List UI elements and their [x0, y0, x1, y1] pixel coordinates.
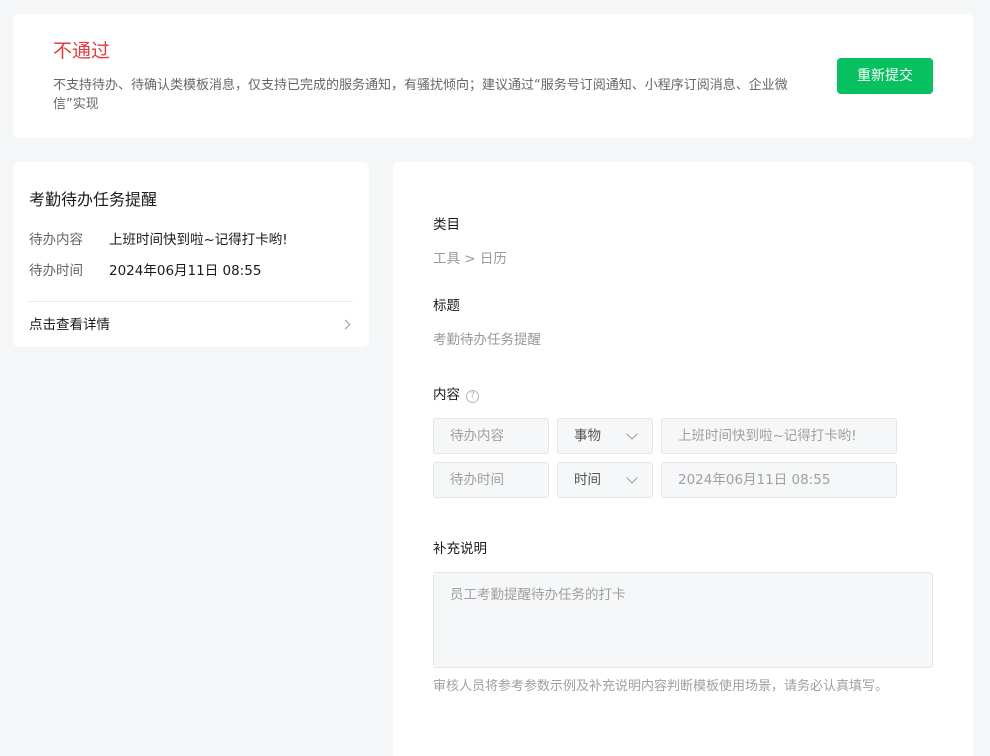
preview-divider [29, 301, 353, 302]
field-example-input[interactable]: 上班时间快到啦~记得打卡哟! [661, 418, 897, 454]
status-title: 不通过 [53, 40, 111, 62]
review-status-card: 不通过 不支持待办、待确认类模板消息，仅支持已完成的服务通知，有骚扰倾向；建议通… [13, 14, 973, 138]
field-name-input[interactable]: 待办时间 [433, 462, 549, 498]
preview-row-value: 上班时间快到啦~记得打卡哟! [109, 232, 288, 248]
supplement-textarea[interactable]: 员工考勤提醒待办任务的打卡 [433, 572, 933, 668]
view-details-label: 点击查看详情 [29, 317, 110, 333]
content-label-row: 内容? [433, 385, 479, 405]
view-details-link[interactable]: 点击查看详情 [29, 315, 353, 335]
status-reason: 不支持待办、待确认类模板消息，仅支持已完成的服务通知，有骚扰倾向；建议通过“服务… [53, 78, 788, 112]
preview-title: 考勤待办任务提醒 [29, 190, 158, 209]
question-circle-icon[interactable]: ? [466, 390, 479, 403]
template-detail-card: 类目 工具 > 日历 标题 考勤待办任务提醒 内容? 待办内容 事物 上班时间快… [393, 162, 973, 756]
field-name-input[interactable]: 待办内容 [433, 418, 549, 454]
preview-row-content: 待办内容 上班时间快到啦~记得打卡哟! [29, 230, 288, 250]
field-type-select[interactable]: 时间 [557, 462, 653, 498]
category-value: 工具 > 日历 [433, 251, 507, 267]
message-preview-card: 考勤待办任务提醒 待办内容 上班时间快到啦~记得打卡哟! 待办时间 2024年06月… [13, 162, 369, 347]
preview-row-value: 2024年06月11日 08:55 [109, 263, 262, 279]
preview-row-key: 待办时间 [29, 263, 83, 279]
title-label: 标题 [433, 298, 460, 314]
field-example-input[interactable]: 2024年06月11日 08:55 [661, 462, 897, 498]
field-type-select[interactable]: 事物 [557, 418, 653, 454]
preview-row-time: 待办时间 2024年06月11日 08:55 [29, 261, 261, 281]
chevron-down-icon [626, 428, 638, 440]
supplement-label: 补充说明 [433, 541, 487, 557]
chevron-right-icon [340, 319, 351, 330]
chevron-down-icon [626, 472, 638, 484]
field-type-value: 事物 [574, 428, 601, 444]
supplement-hint: 审核人员将参考参数示例及补充说明内容判断模板使用场景，请务必认真填写。 [433, 679, 889, 694]
title-value: 考勤待办任务提醒 [433, 332, 541, 348]
preview-row-key: 待办内容 [29, 232, 83, 248]
category-label: 类目 [433, 217, 460, 233]
resubmit-button[interactable]: 重新提交 [837, 58, 933, 94]
content-label: 内容 [433, 387, 460, 403]
field-type-value: 时间 [574, 472, 601, 488]
